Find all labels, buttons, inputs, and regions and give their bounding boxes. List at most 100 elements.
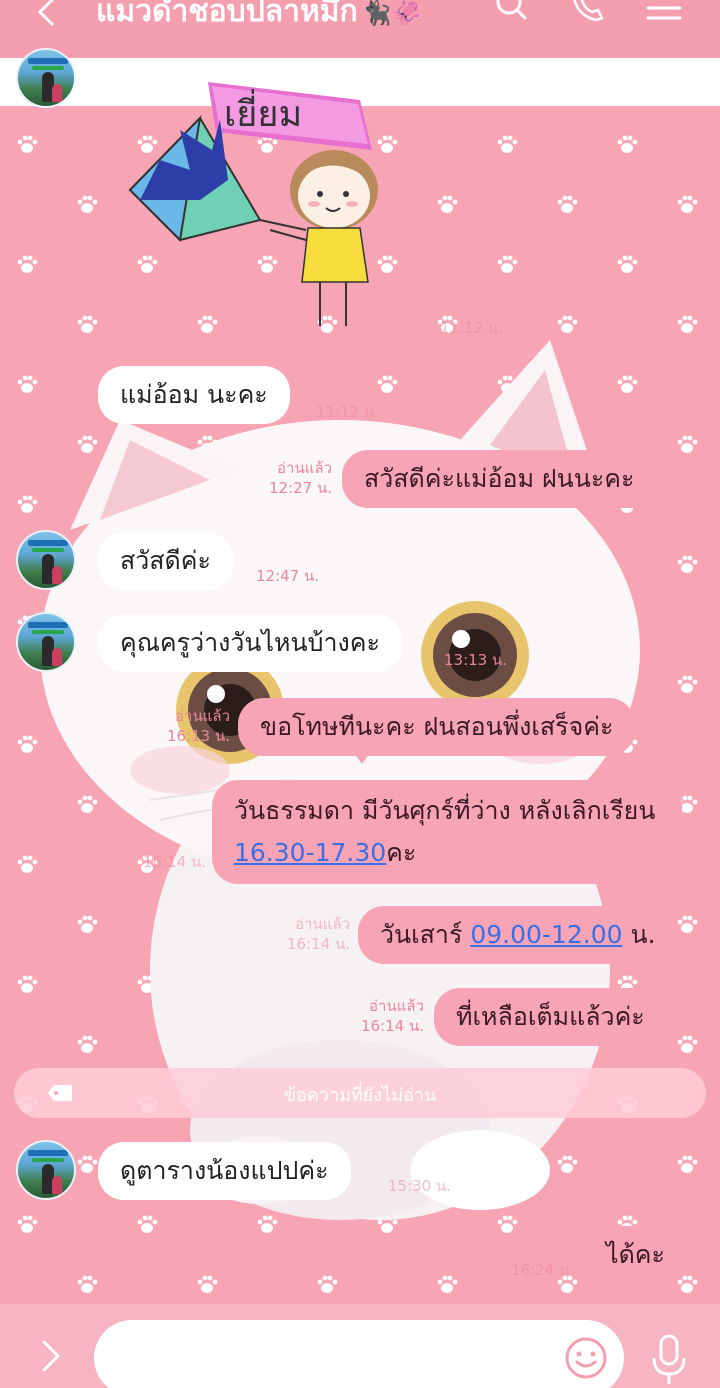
paw-icon <box>16 1214 38 1234</box>
outgoing-message-bubble[interactable]: สวัสดีค่ะแม่อ้อม ฝนนะคะ <box>342 450 657 508</box>
outgoing-message-bubble[interactable]: ขอโทษทีนะคะ ฝนสอนพึ่งเสร็จค่ะ <box>238 698 636 756</box>
read-receipt: อ่านแล้ว <box>277 459 332 477</box>
message-meta: 16:14 น. <box>124 852 206 872</box>
mic-icon[interactable] <box>650 1334 688 1386</box>
paw-icon <box>16 134 38 154</box>
avatar[interactable] <box>16 530 76 590</box>
unread-divider: ข้อความที่ยังไม่อ่าน <box>14 1068 706 1118</box>
message-meta: อ่านแล้ว 16:13 น. <box>150 706 230 746</box>
avatar[interactable] <box>16 48 76 108</box>
message-text: สวัสดีค่ะ <box>120 546 211 575</box>
incoming-message-bubble[interactable]: แม่อ้อม นะคะ <box>98 366 290 424</box>
read-receipt: อ่านแล้ว <box>295 915 350 933</box>
avatar-banner-sub <box>32 1158 64 1162</box>
message-text: แม่อ้อม นะคะ <box>120 380 268 409</box>
sticker-kite-girl[interactable]: เยี่ยม <box>120 70 400 340</box>
paw-icon <box>616 134 638 154</box>
time-label: 16:14 น. <box>286 935 350 953</box>
message-input-bar <box>0 1304 720 1388</box>
message-meta: 16:24 น. <box>498 1260 574 1280</box>
time-label: 12:47 น. <box>256 567 320 585</box>
message-text: สวัสดีค่ะแม่อ้อม ฝนนะคะ <box>364 464 635 493</box>
paw-icon <box>496 134 518 154</box>
paw-icon <box>436 1274 458 1294</box>
outgoing-message-bubble[interactable]: ได้คะ <box>584 1226 687 1284</box>
paw-cell <box>0 120 120 240</box>
paw-icon <box>496 254 518 274</box>
paw-icon <box>616 254 638 274</box>
time-label: 16:14 น. <box>142 853 206 871</box>
avatar-person-child <box>52 84 62 102</box>
paw-icon <box>16 734 38 754</box>
message-input[interactable] <box>94 1320 624 1388</box>
avatar-person-child <box>52 1176 62 1194</box>
avatar-banner <box>28 1150 68 1156</box>
paw-icon <box>16 974 38 994</box>
paw-icon <box>76 194 98 214</box>
sticker-text: เยี่ยม <box>224 89 302 135</box>
back-icon[interactable] <box>26 0 66 30</box>
paw-icon <box>16 254 38 274</box>
avatar-banner <box>28 58 68 64</box>
paw-icon <box>16 374 38 394</box>
read-receipt: อ่านแล้ว <box>175 707 230 725</box>
chat-header: แมวดำชอบปลาหมึก 🐈‍⬛🦑 <box>0 0 720 58</box>
avatar[interactable] <box>16 612 76 672</box>
message-text: ที่เหลือเต็มแล้วค่ะ <box>456 1002 645 1031</box>
avatar-person-child <box>52 566 62 584</box>
paw-icon <box>316 1274 338 1294</box>
time-label: 12:27 น. <box>268 479 332 497</box>
outgoing-message-bubble[interactable]: วันเสาร์ 09.00-12.00 น. <box>358 906 678 964</box>
message-text-suffix: คะ <box>386 838 417 867</box>
avatar-banner-sub <box>32 66 64 70</box>
message-time: 11:12 น. <box>440 318 503 338</box>
message-text: คุณครูว่างวันไหนบ้างคะ <box>120 628 380 657</box>
paw-icon <box>196 1274 218 1294</box>
message-text: วันเสาร์ <box>380 920 471 949</box>
incoming-message-bubble[interactable]: สวัสดีค่ะ <box>98 532 233 590</box>
chat-title-emoji: 🐈‍⬛🦑 <box>361 0 422 27</box>
emoji-icon[interactable] <box>564 1336 608 1380</box>
time-label: 11:12 น. <box>316 403 380 421</box>
paw-icon <box>556 194 578 214</box>
read-receipt: อ่านแล้ว <box>369 997 424 1015</box>
message-meta: อ่านแล้ว 12:27 น. <box>256 458 332 498</box>
time-label: 16:14 น. <box>360 1017 424 1035</box>
avatar-banner-sub <box>32 548 64 552</box>
message-text-suffix: น. <box>622 920 656 949</box>
paw-cell <box>600 120 720 240</box>
time-range-link[interactable]: 09.00-12.00 <box>470 920 622 949</box>
message-text: วันธรรมดา มีวันศุกร์ที่ว่าง หลังเลิกเรีย… <box>234 796 656 825</box>
paw-icon <box>16 494 38 514</box>
message-time: 13:13 น. <box>444 650 507 670</box>
message-meta: อ่านแล้ว 16:14 น. <box>272 914 350 954</box>
message-time: 15:30 น. <box>388 1176 451 1196</box>
paw-icon <box>436 194 458 214</box>
search-icon[interactable] <box>492 0 532 26</box>
menu-icon[interactable] <box>644 0 684 26</box>
phone-icon[interactable] <box>568 0 608 26</box>
message-time: 12:47 น. <box>256 566 319 586</box>
paw-icon <box>76 1274 98 1294</box>
unread-divider-text: ข้อความที่ยังไม่อ่าน <box>283 1085 437 1106</box>
avatar-person-child <box>52 648 62 666</box>
avatar[interactable] <box>16 1140 76 1200</box>
paw-icon <box>676 194 698 214</box>
paw-icon <box>676 1274 698 1294</box>
outgoing-message-bubble[interactable]: ที่เหลือเต็มแล้วค่ะ <box>434 988 667 1046</box>
paw-cell <box>480 120 600 240</box>
incoming-message-bubble[interactable]: คุณครูว่างวันไหนบ้างคะ <box>98 614 402 672</box>
outgoing-message-bubble[interactable]: วันธรรมดา มีวันศุกร์ที่ว่าง หลังเลิกเรีย… <box>212 780 682 884</box>
avatar-banner <box>28 540 68 546</box>
time-label: 15:30 น. <box>388 1177 452 1195</box>
chat-title[interactable]: แมวดำชอบปลาหมึก 🐈‍⬛🦑 <box>96 0 421 35</box>
avatar-banner-sub <box>32 630 64 634</box>
incoming-message-bubble[interactable]: ดูตารางน้องแปปค่ะ <box>98 1142 351 1200</box>
time-range-link[interactable]: 16.30-17.30 <box>234 838 386 867</box>
message-text: ขอโทษทีนะคะ ฝนสอนพึ่งเสร็จค่ะ <box>260 712 614 741</box>
expand-icon[interactable] <box>36 1336 66 1376</box>
time-label: 16:13 น. <box>166 727 230 745</box>
message-text: ดูตารางน้องแปปค่ะ <box>120 1156 329 1185</box>
chat-title-text: แมวดำชอบปลาหมึก <box>96 0 358 29</box>
message-time: 11:12 น. <box>316 402 379 422</box>
